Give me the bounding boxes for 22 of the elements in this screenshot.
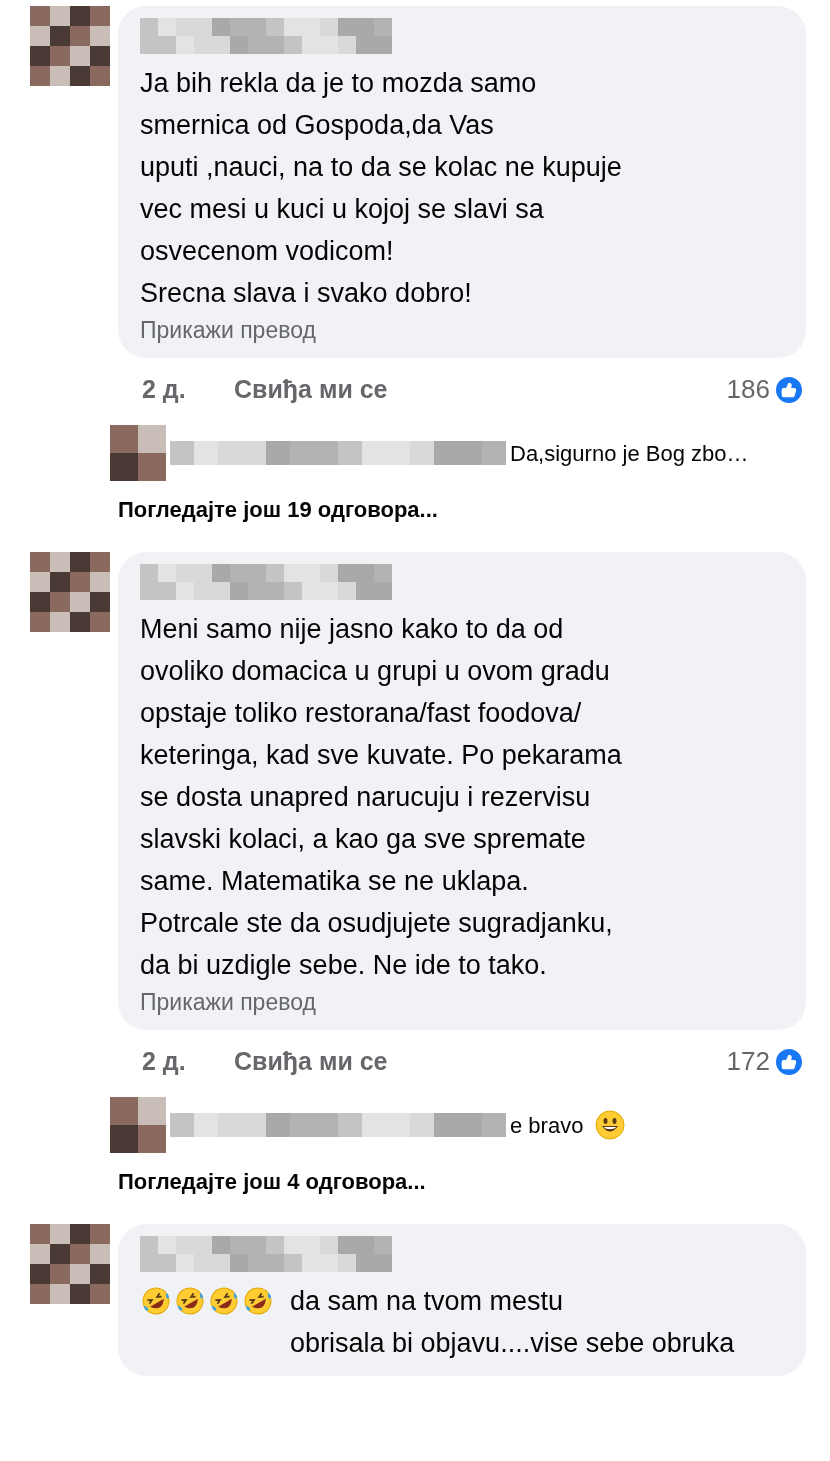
like-link[interactable]: Свиђа ми се	[234, 370, 388, 409]
laughing-tears-face-icon	[140, 1285, 172, 1317]
comment-time: 2 д.	[142, 1045, 187, 1077]
comment-text: da sam na tvom mestu obrisala bi objavu....vise sebe obruka	[290, 1285, 735, 1360]
laughing-tears-face-icon	[242, 1285, 274, 1317]
translate-link[interactable]: Прикажи превод	[140, 986, 790, 1018]
more-replies-link[interactable]: Погледајте још 4 одговора...	[118, 1165, 426, 1198]
reaction-count: 172	[726, 1045, 770, 1078]
comment-time: 2 д.	[142, 373, 187, 405]
reaction-count: 186	[726, 373, 770, 406]
grinning-face-icon	[595, 1110, 626, 1140]
laughing-tears-face-icon	[174, 1285, 206, 1317]
reply-preview-text[interactable]: Da,sigurno je Bog zbo…	[510, 436, 749, 470]
more-replies-link[interactable]: Погледајте још 19 одговора...	[118, 493, 438, 526]
comment-text: Ja bih rekla da je to mozda samo smernica od Gospoda,da Vas uputi ,nauci, na to da se kolac ne kupuje vec mesi u kuci u kojoj se slavi sa osvecenom vodicom! Srecna slava i svako dobro!	[140, 67, 622, 310]
laughing-tears-face-icon	[208, 1285, 240, 1317]
pixelated-avatar	[110, 1097, 166, 1153]
pixelated-avatar	[110, 425, 166, 481]
comment-text: Meni samo nije jasno kako to da od ovoliko domacica u grupi u ovom gradu opstaje toliko restorana/fast foodova/ keteringa, kad sve kuvate. Po pekarama se dosta unapred narucuju i rezervisu slavski kolaci, a kao ga sve spremate same. Matematika se ne uklapa. Potrcale ste da osudjujete sugradjanku, da bi uzdigle sebe. Ne ide to tako.	[140, 613, 622, 982]
like-link[interactable]: Свиђа ми се	[234, 1042, 388, 1081]
translate-link[interactable]: Прикажи превод	[140, 314, 790, 346]
reply-preview-text[interactable]: e bravo	[510, 1108, 584, 1142]
